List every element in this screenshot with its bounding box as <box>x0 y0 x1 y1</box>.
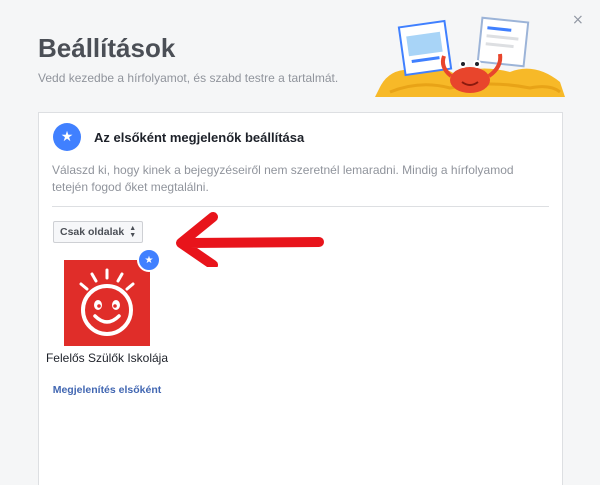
smiley-logo-icon <box>79 268 135 336</box>
card-title: Az elsőként megjelenők beállítása <box>94 129 305 145</box>
filter-dropdown[interactable]: Csak oldalak ▲ ▼ <box>53 221 144 243</box>
chevron-updown-icon: ▲ ▼ <box>129 225 137 239</box>
crab-illustration <box>375 16 565 97</box>
show-first-link[interactable]: Megjelenítés elsőként <box>44 384 170 396</box>
filter-dropdown-label: Csak oldalak <box>60 226 125 238</box>
starred-badge-icon[interactable]: ★ <box>137 248 161 272</box>
star-icon: ★ <box>53 123 81 151</box>
dialog-title: Beállítások <box>38 33 176 63</box>
page-profile-picture[interactable] <box>64 260 150 346</box>
card-header: ★ Az elsőként megjelenők beállítása <box>53 123 304 151</box>
card-description: Válaszd ki, hogy kinek a bejegyzéseiről … <box>52 163 514 194</box>
page-name[interactable]: Felelős Szülők Iskolája <box>44 351 170 366</box>
favorites-card: ★ Az elsőként megjelenők beállítása Vála… <box>38 112 563 485</box>
close-icon[interactable]: × <box>572 12 584 28</box>
dialog-subtitle: Vedd kezedbe a hírfolyamot, és szabd tes… <box>38 71 339 85</box>
red-arrow-icon <box>176 212 324 267</box>
